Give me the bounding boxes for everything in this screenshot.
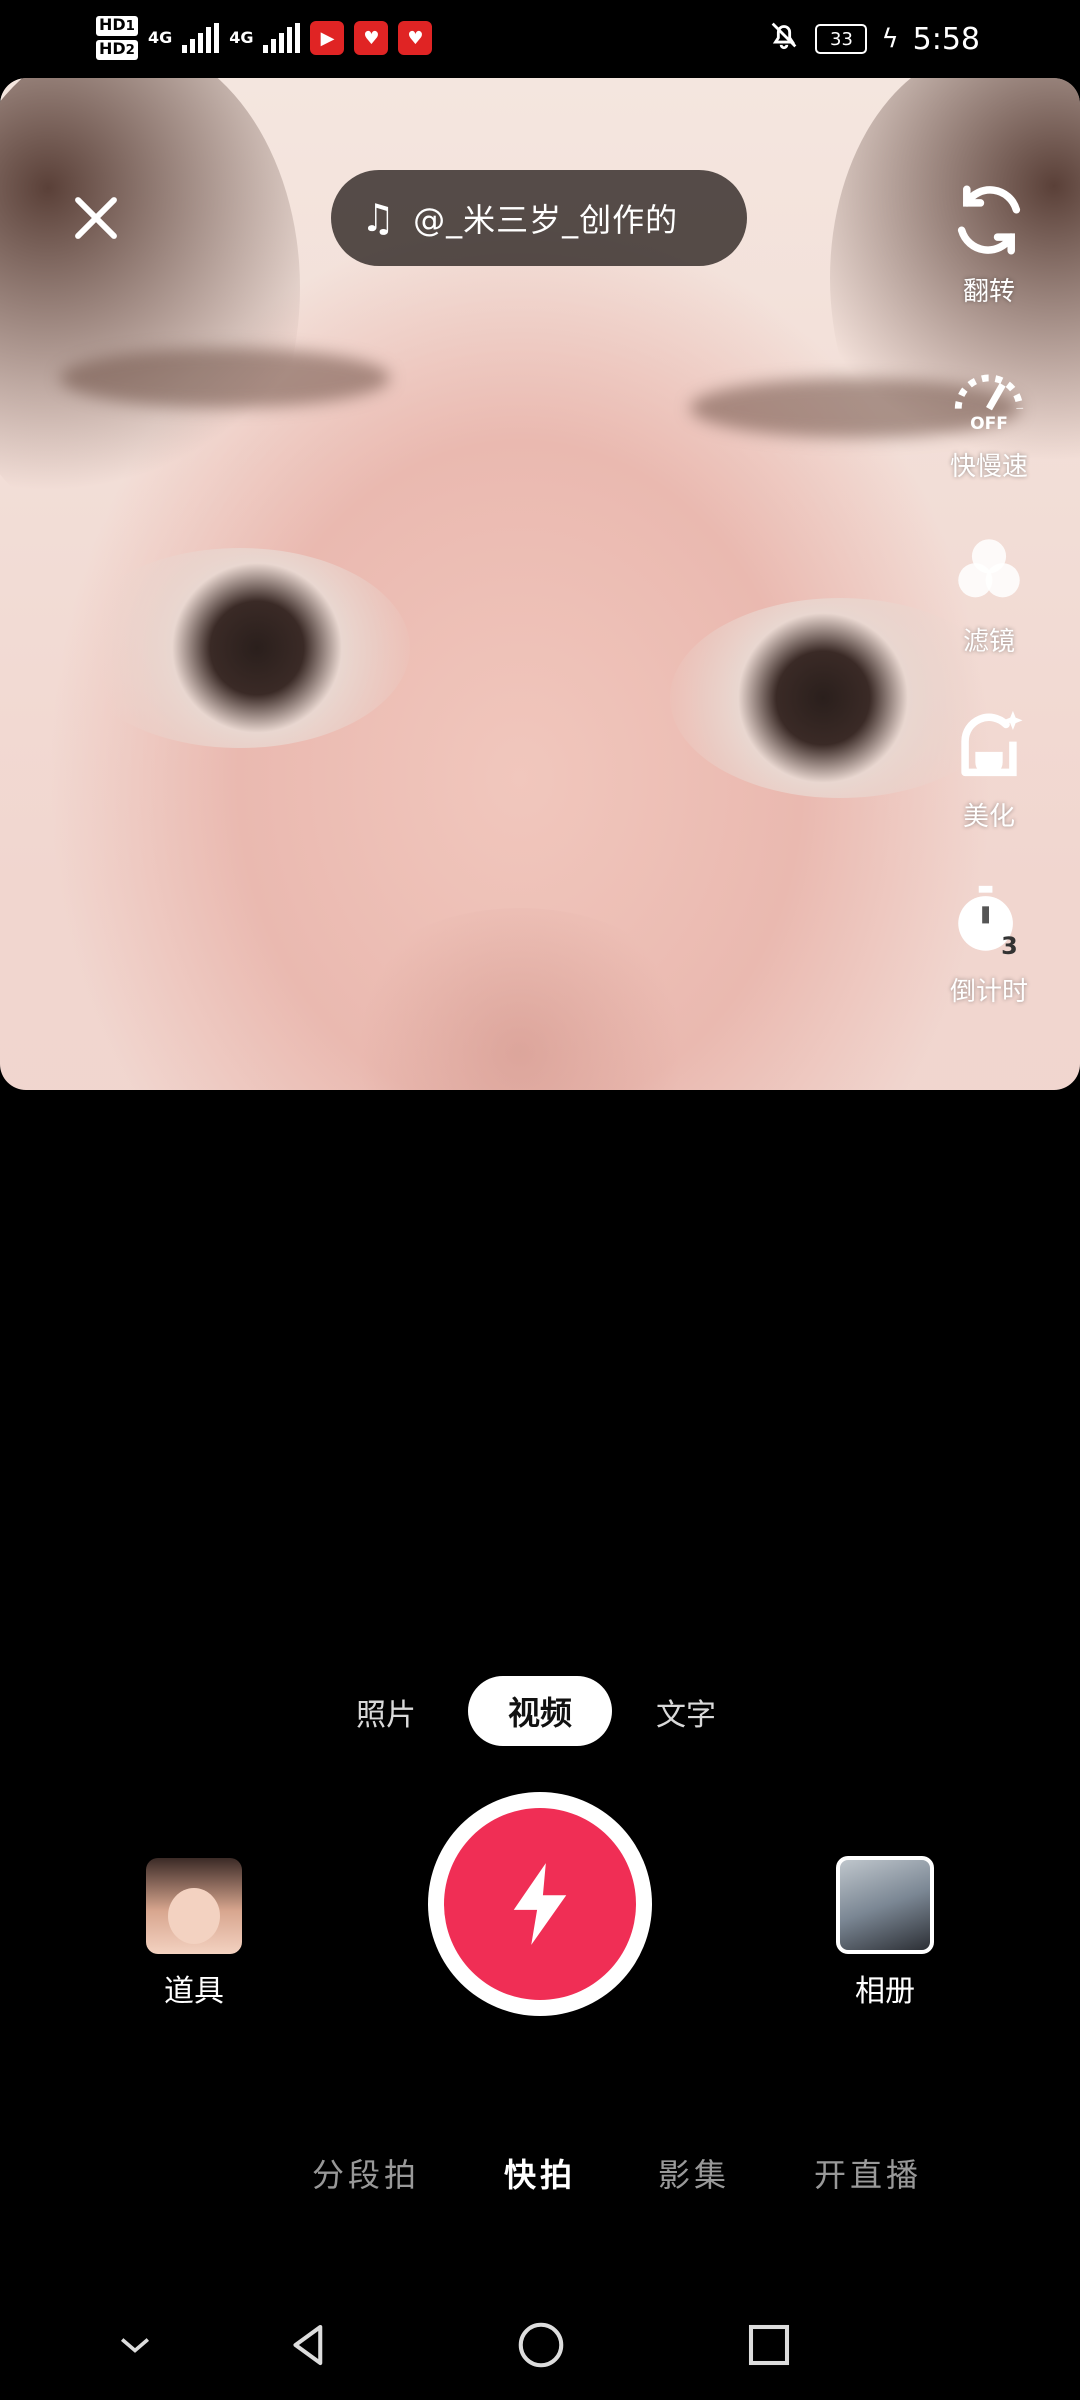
avatar	[168, 1888, 220, 1944]
back-icon[interactable]	[274, 2310, 344, 2380]
recents-icon[interactable]	[734, 2310, 804, 2380]
select-music-button[interactable]: ♫ @_米三岁_创作的	[331, 170, 747, 266]
speed-label: 快慢速	[949, 452, 1028, 482]
close-icon[interactable]	[66, 188, 126, 248]
signal-icon	[263, 23, 301, 53]
charging-icon: ϟ	[881, 24, 899, 54]
tab-go-live[interactable]: 开直播	[814, 2150, 922, 2196]
battery-icon: 33	[815, 24, 868, 54]
timer-button[interactable]: 3 倒计时	[944, 875, 1034, 1050]
beautify-icon	[944, 700, 1034, 790]
side-toolbar: 翻转 OFF 快慢速 滤镜 美化 3 倒计时	[914, 175, 1064, 1050]
tab-segment[interactable]: 分段拍	[312, 2150, 420, 2196]
hd-indicators: HD1 HD2	[96, 16, 138, 60]
collapse-icon[interactable]	[100, 2310, 170, 2380]
album-thumbnail[interactable]	[836, 1856, 934, 1954]
timer-icon: 3	[944, 875, 1034, 965]
filter-icon	[944, 525, 1034, 615]
mode-switch: 照片 视频 文字	[0, 1676, 1080, 1746]
flip-camera-button[interactable]: 翻转	[944, 175, 1034, 350]
speed-gauge-icon: OFF	[944, 350, 1034, 440]
network-type-2: 4G	[229, 28, 254, 47]
hd1-badge: HD1	[96, 16, 138, 36]
beautify-button[interactable]: 美化	[944, 700, 1034, 875]
speed-button[interactable]: OFF 快慢速	[944, 350, 1034, 525]
clock: 5:58	[912, 21, 980, 57]
flip-label: 翻转	[962, 277, 1015, 307]
mode-video[interactable]: 视频	[468, 1676, 612, 1746]
music-title: @_米三岁_创作的	[413, 201, 679, 239]
tab-album-movie[interactable]: 影集	[658, 2150, 730, 2196]
lightning-icon	[513, 1863, 567, 1945]
home-icon[interactable]	[506, 2310, 576, 2380]
beautify-label: 美化	[962, 802, 1015, 832]
signal-icon	[182, 23, 220, 53]
svg-text:OFF: OFF	[970, 414, 1008, 434]
album-label[interactable]: 相册	[836, 1966, 934, 2010]
heart-app-icon: ♥	[398, 21, 433, 55]
record-button[interactable]	[444, 1808, 636, 2000]
filter-label: 滤镜	[962, 627, 1015, 657]
mode-text[interactable]: 文字	[656, 1690, 716, 1734]
video-app-icon: ▶	[310, 21, 345, 55]
mode-photo[interactable]: 照片	[356, 1690, 416, 1734]
status-right: 33 ϟ 5:58	[767, 18, 980, 60]
capture-mode-tabs: 分段拍 快拍 影集 开直播	[0, 2130, 1080, 2210]
mute-bell-icon	[767, 18, 801, 60]
filter-button[interactable]: 滤镜	[944, 525, 1034, 700]
network-type-1: 4G	[147, 28, 173, 47]
props-label[interactable]: 道具	[146, 1966, 242, 2010]
status-bar: HD1 HD2 4G 4G ▶ ♥ ♥ 33 ϟ 5:58	[0, 0, 1080, 76]
status-left: HD1 HD2 4G 4G ▶ ♥ ♥	[96, 10, 433, 66]
tab-quick-shot[interactable]: 快拍	[504, 2150, 576, 2196]
system-nav-bar	[0, 2290, 1080, 2400]
music-note-icon: ♫	[361, 196, 396, 240]
svg-text:3: 3	[1001, 932, 1018, 960]
hd2-badge: HD2	[96, 40, 138, 60]
flip-camera-icon	[944, 175, 1034, 265]
timer-label: 倒计时	[949, 977, 1028, 1007]
props-thumbnail[interactable]	[146, 1858, 242, 1954]
heart-app-icon: ♥	[354, 21, 389, 55]
